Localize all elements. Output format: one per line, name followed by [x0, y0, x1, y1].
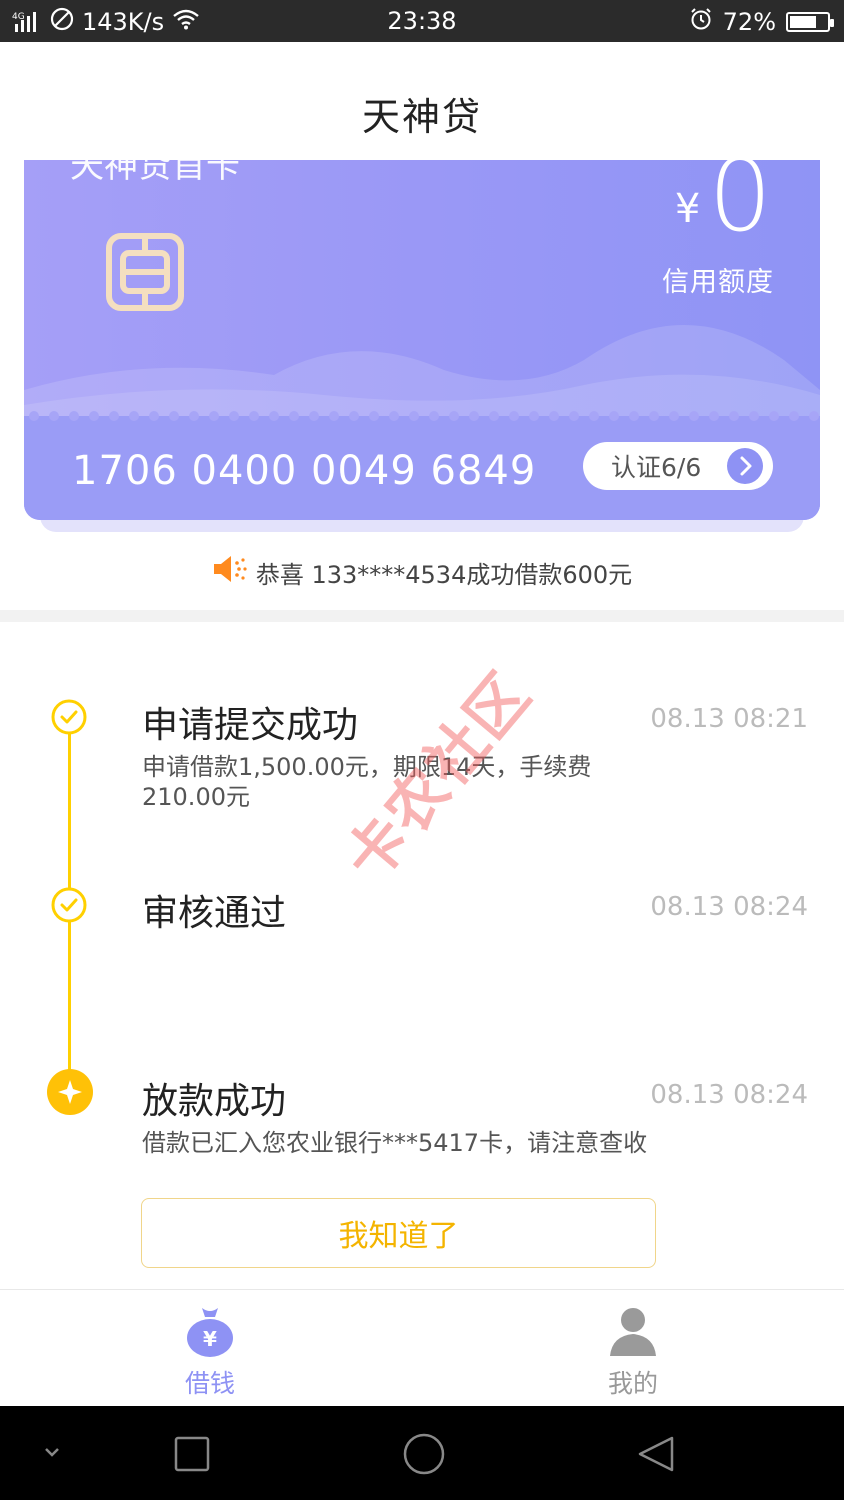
step-desc-line1: 借款已汇入您农业银行***5417卡，请注意查收 — [142, 1129, 648, 1157]
battery-fill — [790, 16, 816, 28]
system-nav-bar — [0, 1406, 844, 1500]
card-perforation — [24, 410, 820, 422]
tab-borrow[interactable]: ¥ 借钱 — [130, 1290, 290, 1407]
step-time: 08.13 08:24 — [650, 1080, 808, 1110]
card-title: 天神贷首卡 — [70, 160, 240, 186]
credit-amount: ¥ 0 — [675, 160, 772, 246]
money-bag-icon: ¥ — [184, 1304, 236, 1362]
chevron-down-icon[interactable] — [40, 1442, 64, 1466]
section-divider — [0, 610, 844, 622]
svg-text:¥: ¥ — [203, 1327, 217, 1351]
step-title: 放款成功 — [142, 1081, 287, 1122]
star-circle-icon — [46, 1068, 94, 1116]
status-bar: 4G 143K/s 23:38 72% — [0, 0, 844, 42]
tab-mine[interactable]: 我的 — [553, 1290, 713, 1407]
check-circle-icon — [51, 887, 87, 923]
app-header: 天神贷 — [0, 42, 844, 160]
card-number: 1706 0400 0049 6849 — [72, 448, 537, 494]
battery-icon — [786, 12, 834, 32]
credit-card[interactable]: 天神贷首卡 ¥ 0 信用额度 1706 0400 0049 6849 认证6/6 — [24, 160, 820, 520]
app-screen: 4G 143K/s 23:38 72% 天神贷 天神贷首卡 ¥ 0 信用额度 1… — [0, 0, 844, 1500]
step-title: 申请提交成功 — [142, 705, 359, 746]
acknowledge-button[interactable]: 我知道了 — [141, 1198, 656, 1268]
credit-label: 信用额度 — [662, 267, 774, 298]
verify-label: 认证6/6 — [611, 453, 702, 482]
status-right: 72% — [689, 7, 834, 37]
alarm-icon — [689, 7, 713, 37]
user-icon — [607, 1304, 659, 1362]
tab-label: 借钱 — [184, 1369, 235, 1398]
speaker-icon — [212, 553, 248, 591]
bottom-tab-bar: ¥ 借钱 我的 — [0, 1289, 844, 1406]
loan-notice: 恭喜 133****4534成功借款600元 — [0, 552, 844, 592]
step-time: 08.13 08:21 — [650, 704, 808, 734]
tab-label: 我的 — [607, 1369, 658, 1398]
back-icon[interactable] — [636, 1434, 676, 1478]
chevron-right-icon — [727, 448, 763, 484]
verify-button[interactable]: 认证6/6 — [583, 442, 773, 490]
check-circle-icon — [51, 699, 87, 735]
recent-apps-icon[interactable] — [174, 1436, 210, 1476]
notice-text: 恭喜 133****4534成功借款600元 — [255, 560, 633, 589]
page-title: 天神贷 — [361, 95, 482, 139]
home-icon[interactable] — [402, 1432, 446, 1480]
battery-percent: 72% — [722, 8, 776, 36]
step-desc-line2: 210.00元 — [142, 783, 250, 811]
currency-symbol: ¥ — [674, 186, 701, 232]
step-time: 08.13 08:24 — [650, 892, 808, 922]
step-desc-line1: 申请借款1,500.00元，期限14天，手续费 — [142, 753, 592, 781]
credit-value: 0 — [708, 160, 772, 254]
step-title: 审核通过 — [142, 893, 287, 934]
